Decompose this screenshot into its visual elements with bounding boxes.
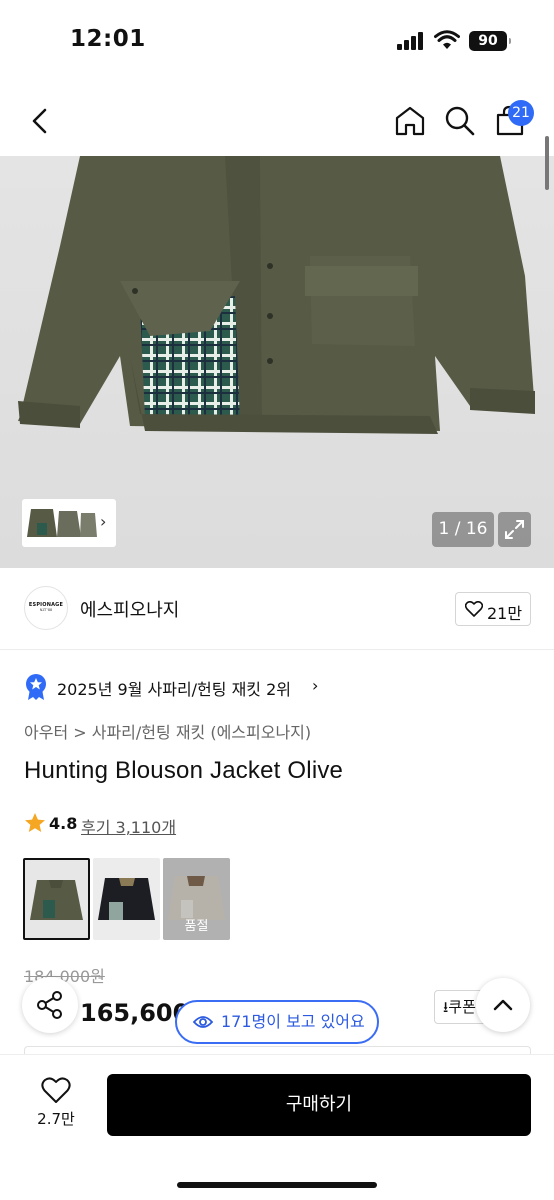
chevron-right-icon: › <box>100 512 107 531</box>
color-option-black[interactable] <box>93 858 160 940</box>
home-icon[interactable] <box>393 104 427 138</box>
product-title: Hunting Blouson Jacket Olive <box>24 757 344 784</box>
expand-icon[interactable] <box>498 512 531 547</box>
scrollbar[interactable] <box>545 136 549 190</box>
viewers-pill: 171명이 보고 있어요 <box>175 1000 379 1044</box>
share-icon <box>37 991 62 1019</box>
color-option-beige[interactable]: 품절 <box>163 858 230 940</box>
share-button[interactable] <box>22 977 78 1033</box>
buy-button[interactable]: 구매하기 <box>107 1074 531 1136</box>
scroll-top-button[interactable] <box>476 978 530 1032</box>
search-icon[interactable] <box>443 104 477 138</box>
chevron-up-icon <box>493 999 513 1011</box>
top-nav <box>0 84 554 156</box>
brand-row[interactable]: ESPIONAGE NZT'88 에스피오나지 21만 <box>0 568 554 650</box>
olive-jacket-thumbnail <box>30 880 83 920</box>
thumbnail-image <box>27 509 97 537</box>
ranking-badge-icon <box>26 674 46 700</box>
chevron-right-icon: › <box>312 676 319 695</box>
soldout-label: 품절 <box>184 919 209 934</box>
cart-count-badge: 21 <box>508 100 534 126</box>
color-option-olive[interactable] <box>23 858 90 940</box>
wishlist-count: 2.7만 <box>37 1110 75 1128</box>
ranking-text: 2025년 9월 사파리/헌팅 재킷 2위 <box>57 680 292 699</box>
rating-value: 4.8 <box>49 814 78 833</box>
status-bar: 12:01 90 <box>0 0 554 84</box>
back-button[interactable] <box>24 104 58 138</box>
star-icon <box>25 813 45 832</box>
eye-icon <box>193 1016 213 1028</box>
home-indicator <box>177 1182 377 1188</box>
viewers-text: 171명이 보고 있어요 <box>221 1012 365 1031</box>
status-time: 12:01 <box>70 26 146 52</box>
image-thumbnail-strip[interactable]: › <box>22 499 116 547</box>
heart-icon <box>41 1077 71 1103</box>
brand-like-count: 21만 <box>487 604 523 623</box>
brand-logo[interactable]: ESPIONAGE NZT'88 <box>24 586 68 630</box>
black-jacket-thumbnail <box>98 878 155 920</box>
wishlist-button[interactable]: 2.7만 <box>24 1077 88 1137</box>
wifi-icon <box>434 30 460 49</box>
breadcrumb[interactable]: 아우터 > 사파리/헌팅 재킷 (에스피오나지) <box>24 719 311 743</box>
review-link[interactable]: 후기 3,110개 <box>81 814 176 838</box>
battery-icon: 90 <box>469 31 511 51</box>
brand-name[interactable]: 에스피오나지 <box>80 596 179 622</box>
image-counter: 1 / 16 <box>432 512 494 547</box>
bottom-action-bar: 2.7만 구매하기 <box>0 1054 554 1200</box>
signal-icon <box>397 32 427 50</box>
brand-like-button[interactable]: 21만 <box>455 592 531 626</box>
heart-icon <box>465 601 483 617</box>
